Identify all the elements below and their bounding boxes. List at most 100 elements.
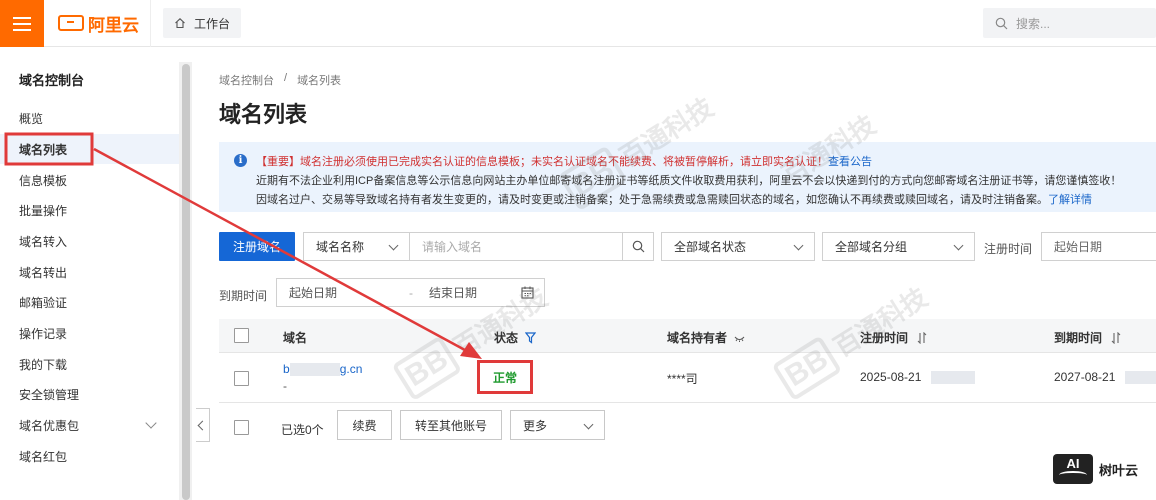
sidebar-item-info-template[interactable]: 信息模板 [0,165,179,195]
renew-button[interactable]: 续费 [337,410,392,440]
search-input[interactable]: 搜索... [983,8,1156,38]
notice-line-2: 近期有不法企业利用ICP备案信息等公示信息向网站主办单位邮寄域名注册证书等纸质文… [256,175,1122,187]
sidebar-collapse-toggle[interactable] [196,408,210,442]
more-select[interactable]: 更多 [510,410,605,440]
expire-date-range-input[interactable]: 起始日期 - 结束日期 [276,278,545,307]
column-header-holder-label: 域名持有者 [667,331,728,345]
search-icon [632,240,645,253]
sidebar-item-label: 批量操作 [19,203,68,218]
breadcrumb-root[interactable]: 域名控制台 [219,72,274,88]
expire-date-value: 2027-08-21 [1054,370,1116,384]
column-header-holder: 域名持有者 [667,329,745,346]
field-select[interactable]: 域名名称 [303,232,410,261]
home-icon [175,18,185,29]
sidebar-item-operation-log[interactable]: 操作记录 [0,318,179,348]
expire-time-label: 到期时间 [219,289,268,303]
notice-details-link[interactable]: 了解详情 [1048,194,1092,206]
sidebar-scrollbar-thumb[interactable] [182,64,190,500]
sidebar-title: 域名控制台 [19,73,85,88]
sidebar-item-label: 邮箱验证 [19,295,68,310]
expire-start-placeholder: 起始日期 [289,286,338,300]
column-header-register-time: 注册时间 [860,329,927,346]
sidebar-item-overview[interactable]: 概览 [0,103,179,133]
aliyun-logo[interactable]: 阿里云 [58,12,139,35]
register-domain-button[interactable]: 注册域名 [219,232,295,261]
workbench-button[interactable]: 工作台 [163,8,241,38]
field-select-value: 域名名称 [316,240,365,254]
sidebar-item-discount-pack[interactable]: 域名优惠包 [0,410,179,440]
domain-search-placeholder: 请输入域名 [422,240,483,254]
top-bar: 阿里云 工作台 搜索... [0,0,1156,47]
calendar-icon [521,286,534,299]
sidebar-item-label: 域名红包 [19,449,68,464]
breadcrumb-current: 域名列表 [297,75,342,87]
notice-important-text: 【重要】域名注册必须使用已完成实名认证的信息模板；未实名认证域名不能续费、将被暂… [256,156,828,168]
chevron-down-icon [145,417,157,429]
sidebar-item-label: 信息模板 [19,173,68,188]
more-select-label: 更多 [523,418,548,433]
select-all-checkbox[interactable] [234,328,249,343]
register-start-placeholder: 起始日期 [1054,240,1103,254]
column-header-expire-time: 到期时间 [1054,329,1121,346]
corner-logo: AI 树叶云 [1053,454,1138,484]
chevron-down-icon [583,419,594,430]
status-select-value: 全部域名状态 [674,240,747,254]
table-row[interactable]: b g.cn - ****司 2025-08-21 2027-08-21 [219,353,1156,403]
row-checkbox[interactable] [234,371,249,386]
domain-search-input[interactable]: 请输入域名 [409,232,623,261]
domain-suffix: g.cn [339,362,363,376]
expire-end-placeholder: 结束日期 [429,286,478,300]
register-start-date-input[interactable]: 起始日期 [1041,232,1156,261]
chevron-down-icon [953,240,964,251]
selected-count: 已选0个 [281,423,324,437]
domain-link[interactable]: b g.cn [283,362,363,377]
chevron-down-icon [388,240,399,251]
sidebar-item-email-verify[interactable]: 邮箱验证 [0,287,179,317]
notice-line-3-text: 因域名过户、交易等导致域名持有者发生变更的，请及时变更或注销备案；处于急需续费或… [256,194,1048,206]
table-header: 域名 状态 域名持有者 注册时间 到期时间 [219,319,1156,353]
menu-icon[interactable] [0,0,44,47]
notice-banner: i 【重要】域名注册必须使用已完成实名认证的信息模板；未实名认证域名不能续费、将… [219,142,1156,212]
corner-logo-name: 树叶云 [1099,462,1139,478]
filter-icon[interactable] [525,332,537,344]
redacted-time-blur [930,371,975,385]
sidebar-item-transfer-in[interactable]: 域名转入 [0,226,179,256]
date-range-dash: - [409,285,413,300]
workbench-label: 工作台 [194,16,231,31]
sidebar-item-security-lock[interactable]: 安全锁管理 [0,379,179,409]
breadcrumb-separator: / [284,72,288,84]
sidebar-item-label: 域名转入 [19,234,68,249]
status-badge: 正常 [477,360,533,394]
eye-closed-icon[interactable] [734,336,745,342]
redacted-domain-blur [289,363,340,377]
footer-select-all-checkbox[interactable] [234,420,249,435]
domain-sub-text: - [283,379,287,393]
brand-name: 阿里云 [88,15,139,35]
sidebar-item-label: 域名列表 [19,142,68,157]
sidebar: 域名控制台 概览 域名列表 信息模板 批量操作 域名转入 域名转出 邮箱验证 操… [0,48,179,500]
sidebar-item-red-packet[interactable]: 域名红包 [0,441,179,471]
register-date: 2025-08-21 [860,370,975,385]
sidebar-item-downloads[interactable]: 我的下载 [0,349,179,379]
sort-icon[interactable] [1111,331,1121,345]
sidebar-item-label: 操作记录 [19,326,68,341]
domain-prefix: b [283,362,290,376]
sidebar-item-transfer-out[interactable]: 域名转出 [0,257,179,287]
domain-search-button[interactable] [622,232,654,261]
sidebar-item-label: 域名转出 [19,265,68,280]
group-select-value: 全部域名分组 [835,240,908,254]
transfer-account-button[interactable]: 转至其他账号 [400,410,502,440]
notice-announcement-link[interactable]: 查看公告 [828,156,872,168]
sidebar-item-label: 概览 [19,111,44,126]
sidebar-item-label: 域名优惠包 [19,418,80,433]
column-header-register-time-label: 注册时间 [860,331,909,345]
status-select[interactable]: 全部域名状态 [661,232,815,261]
sidebar-item-batch-ops[interactable]: 批量操作 [0,195,179,225]
sort-icon[interactable] [917,331,927,345]
column-header-status-label: 状态 [494,331,519,345]
search-placeholder: 搜索... [1016,16,1051,31]
divider [150,0,151,47]
sidebar-item-domain-list[interactable]: 域名列表 [0,134,179,164]
group-select[interactable]: 全部域名分组 [822,232,975,261]
info-icon: i [234,154,247,167]
